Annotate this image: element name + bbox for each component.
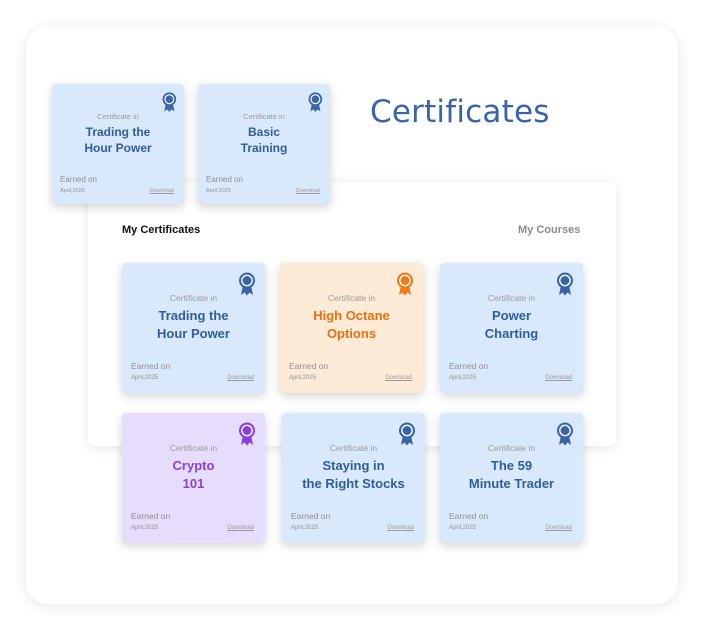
course-name-line: Hour Power — [84, 141, 152, 156]
course-name: High Octane Options — [280, 307, 423, 342]
certificate-card[interactable]: Certificate in Power Charting Earned on Apri… — [440, 263, 583, 393]
earned-label: Earned on — [449, 511, 489, 521]
download-link[interactable]: Download — [150, 188, 174, 194]
certificate-card[interactable]: Certificate in Trading the Hour Power Earne… — [122, 263, 265, 393]
page-title: Certificates — [370, 94, 550, 130]
certificate-label: Certificate in — [327, 293, 376, 303]
download-link[interactable]: Download — [545, 525, 572, 531]
certificate-card[interactable]: Certificate in High Octane Options Earned o… — [280, 263, 423, 393]
earned-date: April,2025 — [60, 188, 85, 194]
download-link[interactable]: Download — [227, 525, 254, 531]
course-name: Basic Training — [198, 124, 330, 156]
course-name: The 59 Minute Trader — [440, 457, 583, 492]
course-name: Staying in the Right Stocks — [282, 457, 425, 492]
course-name-line: Charting — [484, 325, 539, 341]
course-name-line: the Right Stocks — [302, 475, 405, 491]
download-link[interactable]: Download — [385, 375, 412, 381]
certificate-label: Certificate in — [169, 443, 218, 453]
course-name: Crypto 101 — [122, 457, 265, 492]
earned-date: April,2025 — [449, 525, 477, 531]
course-name: Power Charting — [440, 307, 583, 342]
earned-label: Earned on — [289, 361, 329, 371]
certificate-card[interactable]: Certificate in Crypto 101 Earned on April,20… — [122, 413, 265, 543]
course-name-line: The 59 — [490, 458, 533, 473]
course-name-line: High Octane — [313, 308, 390, 323]
earned-label: Earned on — [206, 175, 243, 184]
course-name-line: 101 — [182, 475, 205, 491]
award-ribbon-icon — [162, 92, 177, 112]
certificate-label: Certificate in — [329, 443, 378, 453]
earned-date: April,2025 — [131, 525, 159, 531]
course-name-line: Staying in — [322, 458, 385, 473]
award-ribbon-icon — [308, 92, 323, 112]
course-name-line: Power — [491, 308, 531, 323]
earned-date: April,2025 — [131, 375, 159, 381]
download-link[interactable]: Download — [387, 525, 414, 531]
earned-date: April,2025 — [449, 375, 477, 381]
earned-label: Earned on — [449, 361, 489, 371]
download-link[interactable]: Download — [545, 375, 572, 381]
earned-date: April,2025 — [291, 525, 319, 531]
certificate-label: Certificate in — [487, 443, 536, 453]
course-name-line: Minute Trader — [468, 475, 555, 491]
certificate-card[interactable]: Certificate in The 59 Minute Trader Earned … — [440, 413, 583, 543]
course-name-line: Trading the — [158, 308, 229, 323]
earned-label: Earned on — [291, 511, 331, 521]
certificate-label: Certificate in — [97, 112, 139, 121]
certificate-label: Certificate in — [169, 293, 218, 303]
course-name: Trading the Hour Power — [52, 124, 184, 156]
course-name-line: Training — [240, 141, 288, 156]
certificate-card[interactable]: Certificate in Basic Training Earned on Apri… — [198, 84, 330, 204]
download-link[interactable]: Download — [296, 188, 320, 194]
certificate-label: Certificate in — [243, 112, 285, 121]
certificate-card[interactable]: Certificate in Staying in the Right Stocks… — [282, 413, 425, 543]
course-name-line: Trading the — [85, 125, 151, 139]
certificate-card[interactable]: Certificate in Trading the Hour Power Earne… — [52, 84, 184, 204]
course-name-line: Crypto — [172, 458, 215, 473]
course-name-line: Hour Power — [157, 325, 230, 341]
download-link[interactable]: Download — [227, 375, 254, 381]
course-name-line: Basic — [247, 125, 281, 139]
earned-label: Earned on — [131, 361, 171, 371]
tab-my-courses[interactable]: My Courses — [518, 224, 580, 236]
certificate-label: Certificate in — [487, 293, 536, 303]
tab-my-certificates[interactable]: My Certificates — [122, 224, 200, 236]
earned-label: Earned on — [60, 175, 97, 184]
course-name-line: Options — [326, 325, 377, 341]
earned-date: April,2025 — [206, 188, 231, 194]
earned-label: Earned on — [131, 511, 171, 521]
course-name: Trading the Hour Power — [122, 307, 265, 342]
earned-date: April,2025 — [289, 375, 317, 381]
